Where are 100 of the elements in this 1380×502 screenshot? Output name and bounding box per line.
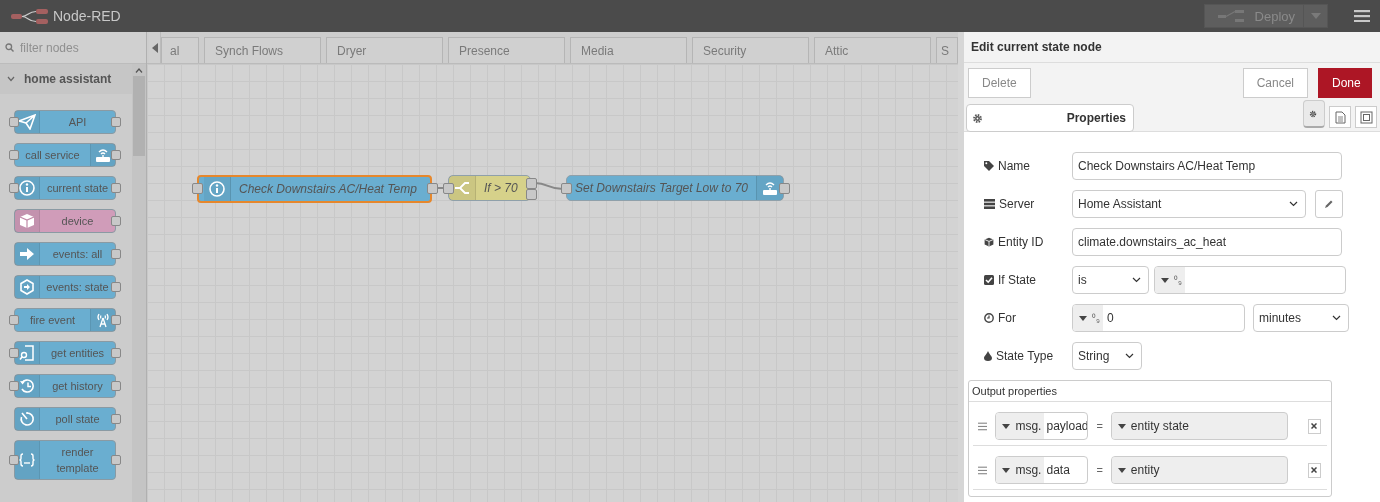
chevron-down-icon [1125,353,1134,359]
router-icon [94,147,112,163]
property-field[interactable]: msg. data [995,456,1089,484]
menu-icon[interactable] [1354,10,1370,22]
flow-tab[interactable]: S [936,37,958,63]
field-label: If State [984,273,1064,287]
property-field[interactable]: msg. payload [995,412,1089,440]
done-button[interactable]: Done [1318,68,1372,98]
hexagon-arrow-icon [19,279,35,295]
input-port [192,183,203,194]
chevron-down-icon [1132,277,1141,283]
flow-tab[interactable]: Dryer [326,37,443,63]
output-port [526,178,537,189]
input-port [561,183,572,194]
chevron-icon [7,76,15,82]
drag-handle-icon[interactable] [978,421,988,431]
caret-icon [1002,423,1011,429]
clock-icon [984,313,994,323]
name-field[interactable]: Check Downstairs AC/Heat Temp [1072,152,1342,180]
braces-icon [18,453,36,467]
output-port [779,183,790,194]
output-port [427,183,438,194]
remove-button[interactable] [1307,418,1321,434]
branch-icon [454,180,470,196]
paper-plane-icon [18,114,36,130]
timer-icon [19,411,35,427]
caret-icon [1002,467,1011,473]
caret-left-icon [151,42,158,53]
field-label: Name [984,159,1064,173]
scrollbar-thumb[interactable] [133,76,145,156]
panel-title: Output properties [969,381,1331,402]
document-icon [1334,110,1346,124]
palette-node[interactable]: device [14,209,116,233]
category-header[interactable]: home assistant [0,64,132,94]
tag-icon [984,161,994,171]
output-port [526,189,537,200]
properties-tab[interactable]: Properties [966,104,1134,132]
app-title: Node-RED [53,8,121,24]
flow-tab[interactable]: Presence [448,37,565,63]
delete-button[interactable]: Delete [968,68,1031,98]
equals-sign: = [1096,420,1103,432]
search-icon [5,43,14,52]
history-icon [19,378,35,394]
palette-node[interactable]: poll state [14,407,116,431]
drag-handle-icon[interactable] [978,465,988,475]
pencil-icon [1324,199,1334,209]
flow-tab[interactable]: al [161,37,199,63]
palette-node[interactable]: render template [14,440,116,480]
flow-node[interactable]: Set Downstairs Target Low to 70 [566,175,784,201]
flow-tab[interactable]: Attic [814,37,931,63]
antenna-icon [94,312,112,328]
value-type-select[interactable]: entity [1110,456,1288,484]
input-port [443,183,454,194]
palette-node[interactable]: get history [14,374,116,398]
info-icon [209,181,225,197]
logo-icon [10,8,50,24]
checkbox-icon[interactable] [984,275,994,285]
filter-field[interactable]: filter nodes [0,32,146,64]
palette-node[interactable]: API [14,110,116,134]
field-label: Server [984,197,1064,211]
palette-node[interactable]: get entities [14,341,116,365]
palette-node[interactable]: events: state [14,275,116,299]
edit-button[interactable] [1315,190,1343,218]
remove-button[interactable] [1307,462,1321,478]
scrollbar[interactable] [132,64,146,502]
palette-node[interactable]: current state [14,176,116,200]
flow-node[interactable]: Check Downstairs AC/Heat Temp [197,175,432,203]
filter-input[interactable]: filter nodes [18,39,142,56]
server-select[interactable]: Home Assistant [1072,190,1306,218]
caret-icon [1117,423,1126,429]
cube-icon [19,213,35,229]
state-type-select[interactable]: String [1072,342,1142,370]
entity-id-field[interactable]: climate.downstairs_ac_heat [1072,228,1342,256]
value-type-select[interactable]: entity state [1110,412,1288,440]
frame-button[interactable] [1355,106,1377,128]
chevron-down-icon [1332,315,1341,321]
palette-node[interactable]: call service [14,143,116,167]
flow-tab[interactable]: Synch Flows [204,37,321,63]
duration-field[interactable]: ⁰₉ 0 [1072,304,1245,332]
close-icon [1311,423,1318,429]
flow-tab[interactable]: Security [692,37,809,63]
caret-up-icon [135,68,143,73]
router-icon [761,180,779,196]
close-icon [1311,467,1318,473]
state-value-field[interactable]: ⁰₉ [1154,266,1346,294]
palette-node[interactable]: fire event [14,308,116,332]
server-icon [984,199,995,209]
caret-icon [1310,13,1321,19]
field-label: For [984,311,1064,325]
cube-icon [984,237,994,247]
flow-tab[interactable]: Media [570,37,687,63]
drop-icon [984,351,992,361]
cancel-button[interactable]: Cancel [1242,68,1308,98]
settings-button[interactable] [1303,100,1325,128]
scroll-left-button[interactable] [149,32,161,63]
operator-select[interactable]: is [1072,266,1149,294]
palette-node[interactable]: events: all [14,242,116,266]
flow-node[interactable]: If > 70 [448,175,531,201]
unit-select[interactable]: minutes [1253,304,1349,332]
document-search-icon [19,345,35,361]
